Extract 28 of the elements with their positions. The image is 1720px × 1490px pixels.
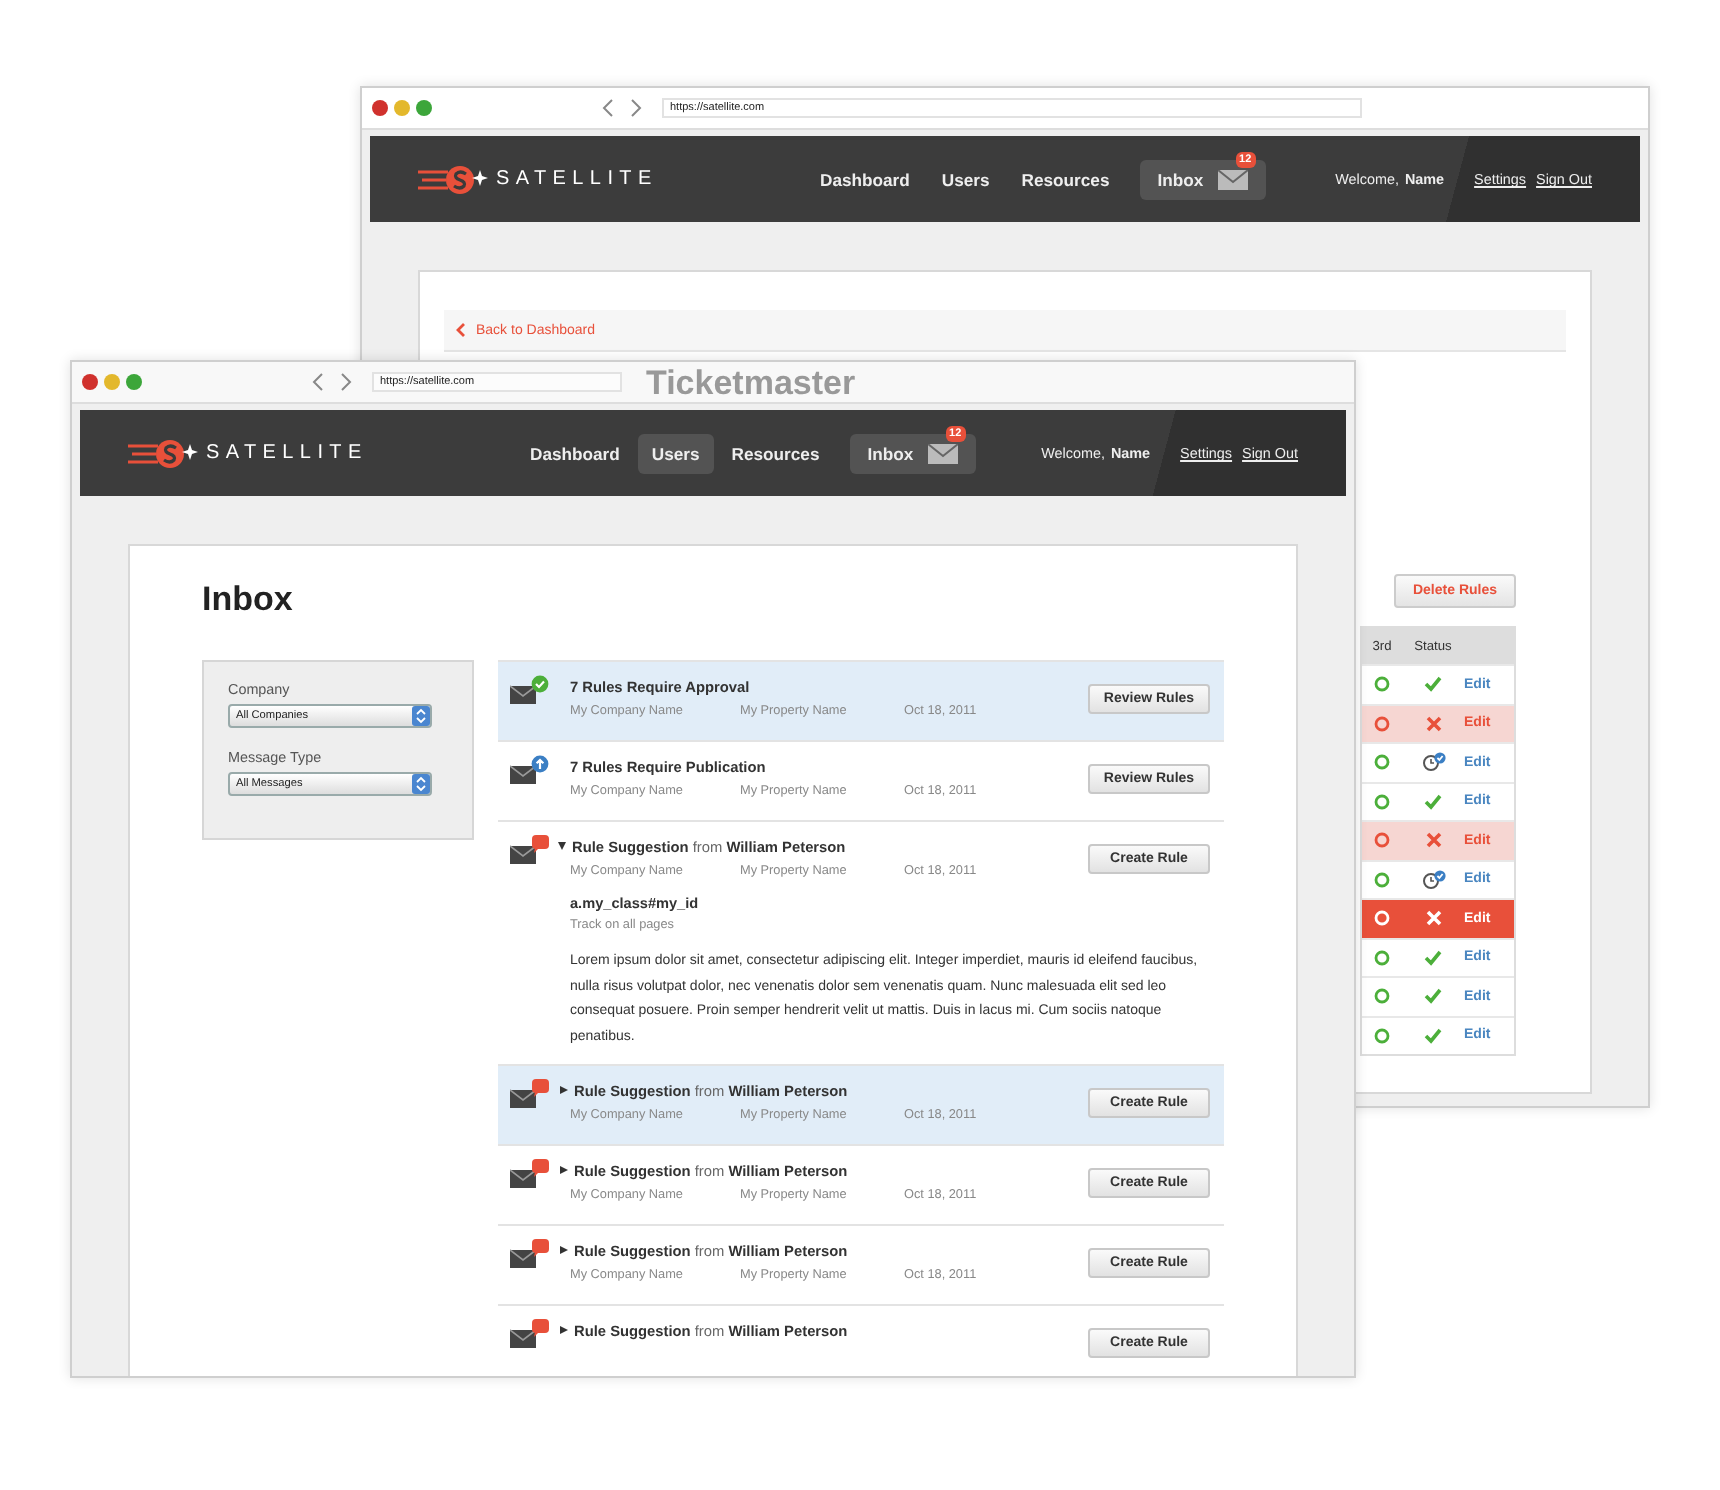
- page-title: Inbox: [202, 580, 295, 622]
- brand-name: SATELLITE: [206, 442, 368, 464]
- maximize-dot-icon[interactable]: [416, 100, 432, 116]
- envelope-icon: [927, 443, 958, 463]
- maximize-dot-icon[interactable]: [126, 374, 142, 390]
- close-dot-icon[interactable]: [82, 374, 98, 390]
- nav-link[interactable]: Resources: [1007, 159, 1124, 199]
- nav-link[interactable]: Users: [927, 159, 1004, 199]
- caret-icon[interactable]: [558, 842, 566, 850]
- nav-link[interactable]: Dashboard: [806, 159, 924, 199]
- minimize-dot-icon[interactable]: [394, 100, 410, 116]
- minimize-dot-icon[interactable]: [104, 374, 120, 390]
- envelope-icon: [1217, 169, 1248, 189]
- caret-icon[interactable]: [560, 1246, 568, 1255]
- stepper-icon: [412, 706, 430, 726]
- brand-name: SATELLITE: [496, 168, 658, 190]
- caret-icon[interactable]: [560, 1166, 568, 1175]
- close-dot-icon[interactable]: [372, 100, 388, 116]
- caret-icon[interactable]: [560, 1326, 568, 1335]
- nav-link[interactable]: Resources: [717, 433, 834, 473]
- chevron-left-icon: [456, 322, 466, 338]
- nav-link[interactable]: Users: [637, 433, 714, 473]
- logo-icon: [126, 435, 198, 471]
- stepper-icon: [412, 774, 430, 794]
- nav-link[interactable]: Dashboard: [516, 433, 634, 473]
- logo-icon: [416, 161, 488, 197]
- caret-icon[interactable]: [560, 1086, 568, 1095]
- page-heading: Ticketmaster: [646, 364, 856, 404]
